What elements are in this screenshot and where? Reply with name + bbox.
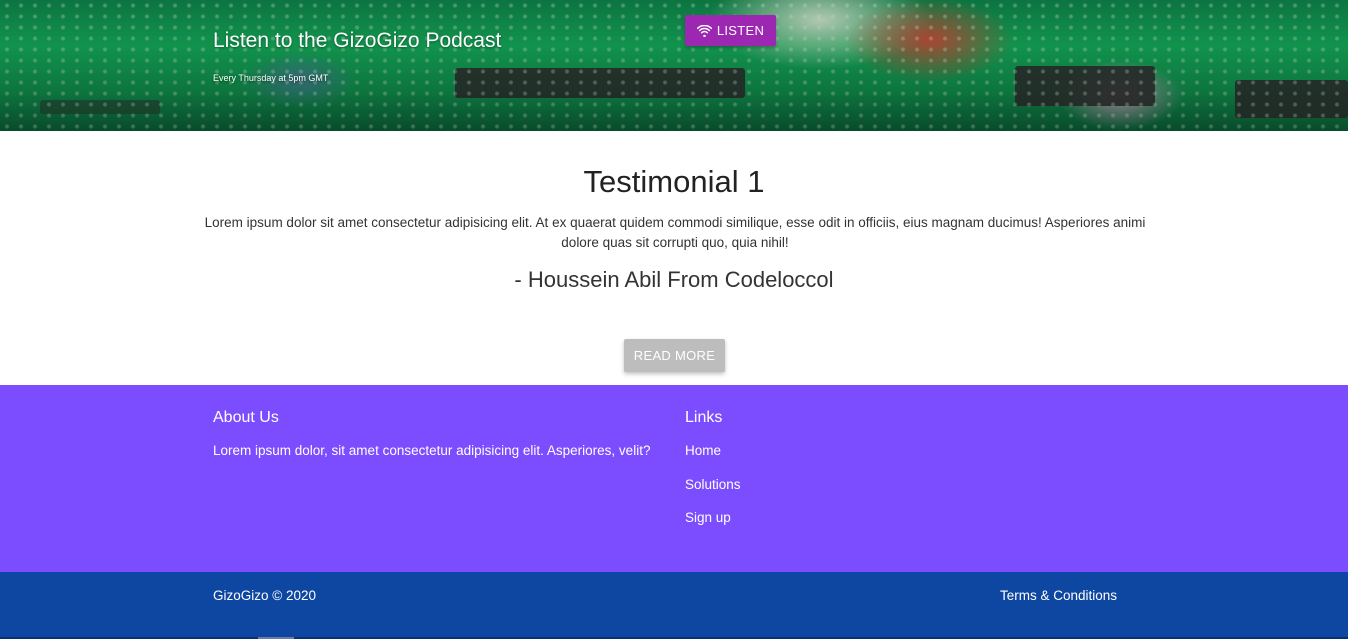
terms-link[interactable]: Terms & Conditions: [1000, 588, 1117, 603]
testimonial-text: Lorem ipsum dolor sit amet consectetur a…: [204, 215, 1146, 250]
podcast-schedule: Every Thursday at 5pm GMT: [213, 73, 329, 83]
read-more-button[interactable]: READ MORE: [624, 339, 725, 372]
footer-link-solutions[interactable]: Solutions: [685, 477, 741, 492]
footer-link-item: Sign up: [685, 510, 741, 544]
copyright-bar: GizoGizo © 2020 Terms & Conditions: [0, 572, 1348, 639]
footer-links-list: Home Solutions Sign up: [685, 443, 741, 544]
testimonial-title: Testimonial 1: [583, 164, 765, 199]
podcast-banner: Listen to the GizoGizo Podcast Every Thu…: [0, 0, 1348, 131]
wifi-icon: [696, 24, 712, 37]
footer-link-home[interactable]: Home: [685, 443, 721, 458]
copyright-text: GizoGizo © 2020: [213, 588, 316, 603]
site-footer: About Us Lorem ipsum dolor, sit amet con…: [0, 385, 1348, 572]
about-text: Lorem ipsum dolor, sit amet consectetur …: [213, 443, 651, 458]
listen-button[interactable]: LISTEN: [685, 15, 776, 46]
testimonial-author: - Houssein Abil From Codeloccol: [514, 267, 834, 292]
banner-bg-shade: [0, 0, 1348, 131]
footer-link-item: Solutions: [685, 477, 741, 511]
testimonial-section: Testimonial 1 Lorem ipsum dolor sit amet…: [0, 131, 1348, 385]
links-heading: Links: [685, 409, 723, 426]
about-heading: About Us: [213, 409, 279, 426]
footer-link-sign-up[interactable]: Sign up: [685, 510, 731, 525]
listen-button-label: LISTEN: [716, 23, 765, 38]
footer-link-item: Home: [685, 443, 741, 477]
podcast-title: Listen to the GizoGizo Podcast: [213, 29, 502, 52]
